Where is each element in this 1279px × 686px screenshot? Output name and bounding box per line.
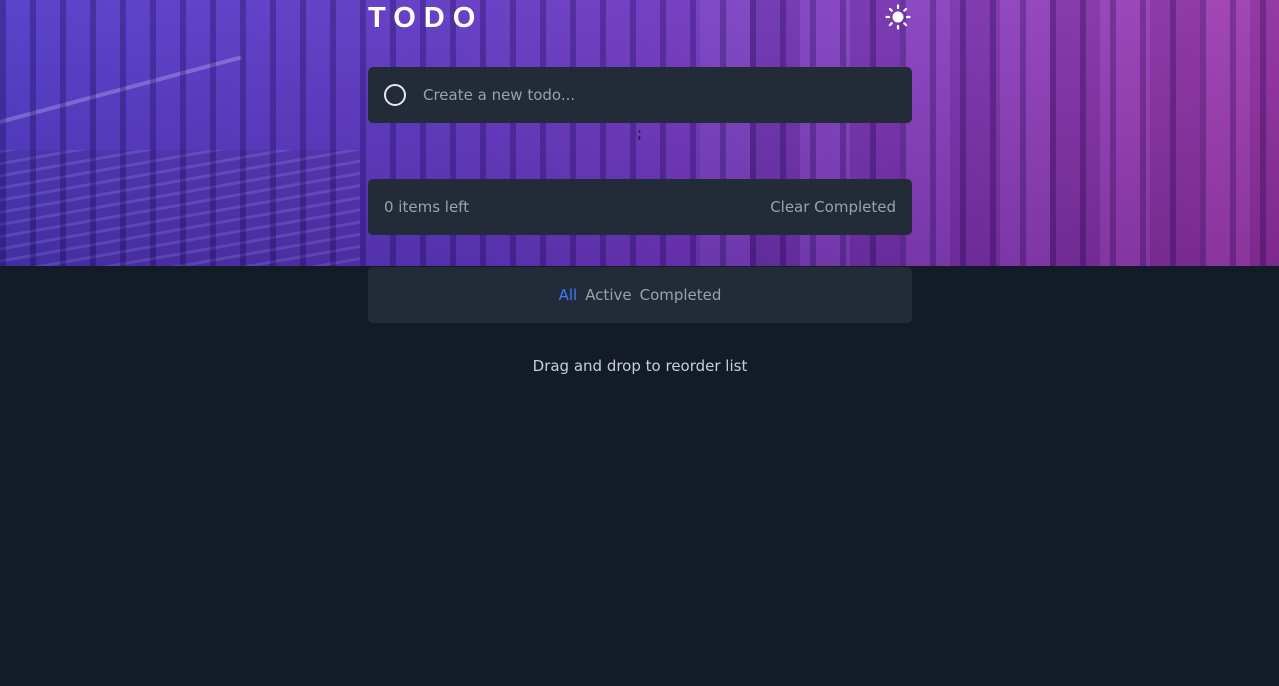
clear-completed-button[interactable]: Clear Completed <box>770 198 896 216</box>
new-todo-input[interactable] <box>421 85 885 105</box>
app-title: TODO <box>368 2 484 34</box>
sun-icon <box>885 4 911 30</box>
items-left-count: 0 items left <box>384 198 470 216</box>
new-todo-checkbox[interactable] <box>384 84 406 106</box>
todo-list-footer: 0 items left Clear Completed <box>368 179 912 235</box>
reorder-hint: Drag and drop to reorder list <box>532 357 748 375</box>
filter-completed[interactable]: Completed <box>640 286 722 304</box>
stray-text: ; <box>637 124 643 142</box>
filter-all[interactable]: All <box>559 286 578 304</box>
filter-active[interactable]: Active <box>585 286 631 304</box>
new-todo-card <box>368 67 912 123</box>
filter-bar: All Active Completed <box>368 267 912 323</box>
theme-toggle-button[interactable] <box>884 3 912 31</box>
